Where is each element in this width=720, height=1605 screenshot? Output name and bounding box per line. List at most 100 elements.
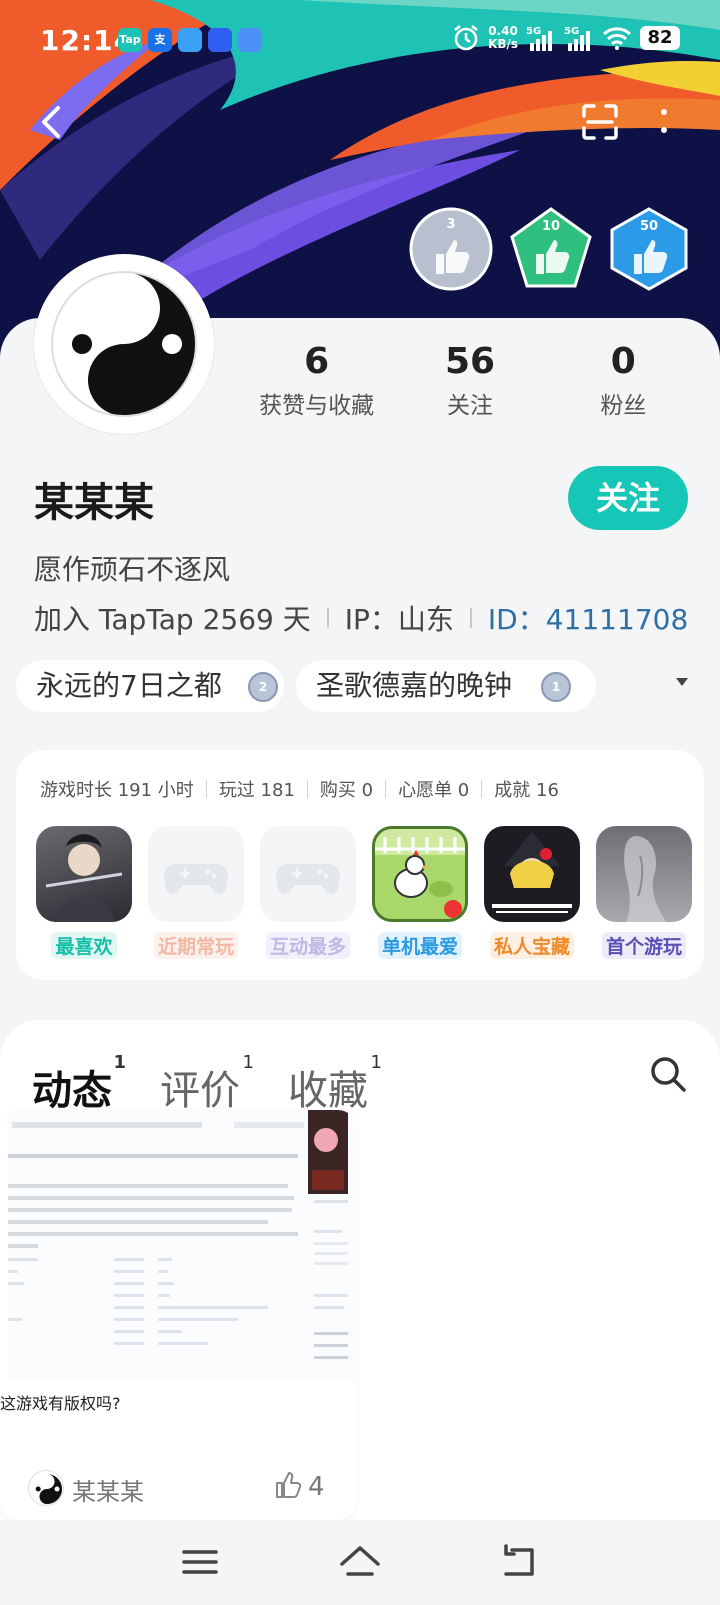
- game-cover-icon: [596, 826, 692, 922]
- home-icon[interactable]: [338, 1540, 382, 1584]
- gamepad-placeholder-icon: [260, 826, 356, 922]
- svg-text:10: 10: [542, 219, 560, 234]
- game-treasure[interactable]: 私人宝藏: [482, 826, 582, 959]
- level-badge-icon: 1: [541, 672, 571, 702]
- thumbs-up-icon[interactable]: [274, 1470, 302, 1500]
- status-right: 0.40 KB/s 5G 5G 82: [452, 24, 680, 52]
- game-label: 近期常玩: [153, 932, 238, 959]
- game-stats-row: 游戏时长 191 小时 玩过 181 购买 0 心愿单 0 成就 16: [40, 776, 559, 802]
- tab-label: 收藏: [288, 1068, 368, 1114]
- username: 某某某: [34, 480, 154, 526]
- battery-indicator: 82: [640, 26, 680, 50]
- game-tag[interactable]: 圣歌德嘉的晚钟 1: [296, 660, 596, 712]
- achievement-count[interactable]: 成就 16: [494, 776, 559, 802]
- game-tag[interactable]: 永远的7日之都 2: [16, 660, 284, 712]
- post-title[interactable]: 这游戏有版权吗?: [0, 1390, 121, 1414]
- profile-stats: 6 获赞与收藏 56 关注 0 粉丝: [240, 340, 700, 420]
- alarm-icon: [454, 25, 478, 51]
- feed-tabs: 动态 1 评价 1 收藏 1: [32, 1052, 382, 1116]
- avatar[interactable]: [34, 254, 214, 434]
- app-notif-icon-2: [238, 28, 262, 52]
- stat-likes[interactable]: 6 获赞与收藏: [240, 340, 393, 420]
- back-nav-icon[interactable]: [498, 1540, 542, 1584]
- badge-like-50[interactable]: 50: [606, 206, 692, 292]
- divider: [469, 608, 472, 628]
- svg-text:5G: 5G: [564, 26, 579, 37]
- game-cover-icon: [484, 826, 580, 922]
- game-singleplayer[interactable]: 单机最爱: [370, 826, 470, 959]
- stat-following[interactable]: 56 关注: [393, 340, 546, 420]
- divider: [385, 780, 387, 798]
- game-tag-name: 圣歌德嘉的晚钟: [316, 669, 513, 702]
- search-icon[interactable]: [648, 1054, 688, 1094]
- svg-text:50: 50: [640, 219, 658, 234]
- game-shelf: 最喜欢 近期常玩 互动最多 单机最爱 私人宝藏 首个游玩: [34, 826, 694, 959]
- game-interactive[interactable]: 互动最多: [258, 826, 358, 959]
- stat-followers-value: 0: [610, 341, 636, 382]
- post-screenshot-thumbnail: [8, 1110, 356, 1382]
- tab-count: 1: [370, 1052, 382, 1073]
- status-bar: 12:14 Tap 支 0.40 KB/s 5G 5G 82: [0, 0, 720, 82]
- game-label: 单机最爱: [377, 932, 462, 959]
- yin-yang-avatar-icon: [29, 1471, 63, 1505]
- stat-following-label: 关注: [446, 393, 493, 419]
- author-avatar[interactable]: [28, 1470, 64, 1506]
- stat-following-value: 56: [444, 341, 496, 382]
- divider: [205, 780, 207, 798]
- expand-tags-icon[interactable]: [676, 678, 688, 686]
- game-stats-card: 游戏时长 191 小时 玩过 181 购买 0 心愿单 0 成就 16 最喜欢 …: [16, 750, 704, 980]
- game-label: 互动最多: [265, 932, 350, 959]
- stat-likes-label: 获赞与收藏: [259, 393, 375, 419]
- scan-icon[interactable]: [580, 102, 620, 142]
- ip-location: IP：山东: [344, 603, 454, 636]
- tab-reviews[interactable]: 评价 1: [160, 1052, 254, 1116]
- signal-5g-icon-2: 5G: [564, 26, 590, 51]
- svg-text:3: 3: [446, 217, 455, 232]
- notification-icons: Tap 支: [118, 28, 262, 52]
- post-card[interactable]: [0, 1110, 356, 1520]
- more-vertical-icon[interactable]: [654, 104, 674, 140]
- yin-yang-avatar-icon: [38, 258, 210, 430]
- divider: [326, 608, 329, 628]
- game-first[interactable]: 首个游玩: [594, 826, 694, 959]
- system-nav-bar: [0, 1520, 720, 1605]
- wifi-icon: [602, 27, 632, 50]
- bought-count[interactable]: 购买 0: [320, 776, 373, 802]
- stat-likes-value: 6: [304, 341, 330, 382]
- baidu-notif-icon: [208, 28, 232, 52]
- taptap-notif-icon: Tap: [118, 28, 142, 52]
- game-tag-name: 永远的7日之都: [36, 669, 222, 702]
- badge-like-10[interactable]: 10: [508, 206, 594, 292]
- alipay-notif-icon: 支: [148, 28, 172, 52]
- follow-button[interactable]: 关注: [568, 466, 688, 530]
- wishlist-count[interactable]: 心愿单 0: [398, 776, 469, 802]
- game-label: 最喜欢: [51, 932, 117, 959]
- signal-5g-icon: 5G: [526, 26, 552, 51]
- tab-activity[interactable]: 动态 1: [32, 1052, 126, 1116]
- user-id[interactable]: ID：41111708: [488, 598, 688, 638]
- gamepad-placeholder-icon: [148, 826, 244, 922]
- svg-text:5G: 5G: [526, 26, 541, 37]
- playtime[interactable]: 游戏时长 191 小时: [40, 776, 194, 802]
- bio: 愿作顽石不逐风: [34, 553, 231, 586]
- tab-collections[interactable]: 收藏 1: [288, 1052, 382, 1116]
- tab-count: 1: [242, 1052, 254, 1073]
- stat-followers-label: 粉丝: [600, 393, 647, 419]
- tab-label: 动态: [32, 1068, 112, 1114]
- game-favorite[interactable]: 最喜欢: [34, 826, 134, 959]
- game-recent[interactable]: 近期常玩: [146, 826, 246, 959]
- level-badge-icon: 2: [248, 672, 278, 702]
- net-speed: 0.40 KB/s: [488, 24, 518, 51]
- back-arrow-icon[interactable]: [34, 104, 70, 140]
- join-days: 加入 TapTap 2569 天: [34, 603, 311, 636]
- app-notif-icon: [178, 28, 202, 52]
- profile-meta: 加入 TapTap 2569 天 IP：山东 ID：41111708: [34, 598, 688, 638]
- played-count[interactable]: 玩过 181: [219, 776, 295, 802]
- author-name[interactable]: 某某某: [72, 1472, 144, 1507]
- badge-like-3[interactable]: 3: [408, 206, 494, 292]
- game-cover-icon: [372, 826, 468, 922]
- stat-followers[interactable]: 0 粉丝: [547, 340, 700, 420]
- game-cover-icon: [36, 826, 132, 922]
- menu-icon[interactable]: [178, 1540, 222, 1584]
- divider: [481, 780, 483, 798]
